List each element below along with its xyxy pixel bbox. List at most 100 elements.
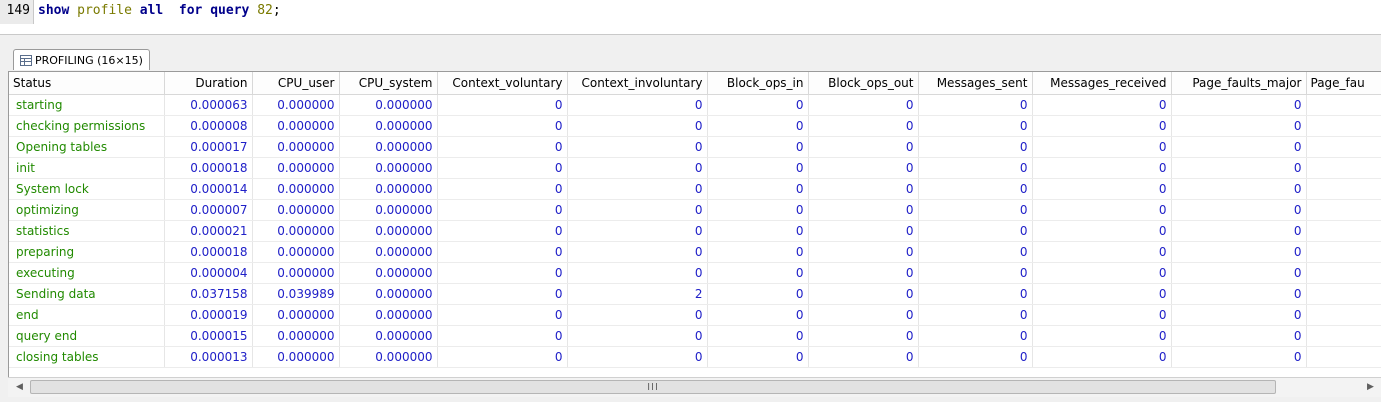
cell-page-faults-minor[interactable] [1306,241,1381,263]
cell-cpu-user[interactable]: 0.000000 [252,220,340,242]
cell-cpu-system[interactable]: 0.000000 [339,241,438,263]
cell-context-involuntary[interactable]: 0 [567,157,708,179]
cell-cpu-system[interactable]: 0.000000 [339,325,438,347]
cell-cpu-system[interactable]: 0.000000 [339,199,438,221]
column-header-block-ops-out[interactable]: Block_ops_out [808,72,919,95]
cell-duration[interactable]: 0.000008 [164,115,253,137]
column-header-context-involuntary[interactable]: Context_involuntary [567,72,708,95]
cell-duration[interactable]: 0.000007 [164,199,253,221]
cell-block-ops-out[interactable]: 0 [808,304,919,326]
cell-page-faults-major[interactable]: 0 [1171,94,1307,116]
cell-status[interactable]: statistics [9,220,165,242]
column-header-status[interactable]: Status [9,72,165,95]
cell-messages-sent[interactable]: 0 [918,157,1033,179]
horizontal-scrollbar[interactable]: ◀ III ▶ [8,377,1381,397]
cell-cpu-user[interactable]: 0.000000 [252,304,340,326]
cell-messages-received[interactable]: 0 [1032,304,1172,326]
cell-page-faults-minor[interactable] [1306,178,1381,200]
table-row[interactable]: executing 0.000004 0.000000 0.000000 0 0 0 0 0 0 0 [9,262,1381,284]
cell-block-ops-in[interactable]: 0 [707,178,809,200]
cell-page-faults-major[interactable]: 0 [1171,115,1307,137]
table-row[interactable]: end 0.000019 0.000000 0.000000 0 0 0 0 0 0 0 [9,304,1381,326]
cell-cpu-user[interactable]: 0.000000 [252,136,340,158]
cell-cpu-system[interactable]: 0.000000 [339,136,438,158]
cell-cpu-user[interactable]: 0.000000 [252,346,340,368]
cell-block-ops-in[interactable]: 0 [707,241,809,263]
column-header-context-voluntary[interactable]: Context_voluntary [437,72,568,95]
table-row[interactable]: Opening tables 0.000017 0.000000 0.000000 0 0… [9,136,1381,158]
cell-cpu-user[interactable]: 0.000000 [252,325,340,347]
cell-messages-received[interactable]: 0 [1032,283,1172,305]
cell-block-ops-in[interactable]: 0 [707,346,809,368]
table-row[interactable]: checking permissions 0.000008 0.000000 0.00… [9,115,1381,137]
cell-cpu-system[interactable]: 0.000000 [339,262,438,284]
cell-page-faults-major[interactable]: 0 [1171,283,1307,305]
cell-duration[interactable]: 0.000015 [164,325,253,347]
cell-page-faults-minor[interactable] [1306,304,1381,326]
cell-status[interactable]: Opening tables [9,136,165,158]
table-row[interactable]: starting 0.000063 0.000000 0.000000 0 0 0 0 0 0 0 [9,94,1381,116]
sql-editor[interactable]: 149 show profile all for query 82; [0,0,1381,35]
cell-messages-received[interactable]: 0 [1032,346,1172,368]
cell-status[interactable]: executing [9,262,165,284]
table-row[interactable]: optimizing 0.000007 0.000000 0.000000 0 0 0 0 0 0… [9,199,1381,221]
cell-block-ops-out[interactable]: 0 [808,262,919,284]
cell-messages-received[interactable]: 0 [1032,220,1172,242]
cell-cpu-user[interactable]: 0.000000 [252,178,340,200]
cell-context-involuntary[interactable]: 0 [567,199,708,221]
cell-messages-sent[interactable]: 0 [918,178,1033,200]
cell-block-ops-in[interactable]: 0 [707,283,809,305]
cell-context-voluntary[interactable]: 0 [437,178,568,200]
column-header-page-fau[interactable]: Page_fau [1306,72,1381,95]
cell-block-ops-in[interactable]: 0 [707,220,809,242]
cell-duration[interactable]: 0.000013 [164,346,253,368]
cell-status[interactable]: checking permissions [9,115,165,137]
cell-page-faults-major[interactable]: 0 [1171,178,1307,200]
cell-cpu-user[interactable]: 0.000000 [252,199,340,221]
scrollbar-thumb[interactable]: III [30,380,1276,394]
cell-duration[interactable]: 0.000014 [164,178,253,200]
cell-context-involuntary[interactable]: 2 [567,283,708,305]
cell-block-ops-in[interactable]: 0 [707,262,809,284]
cell-page-faults-minor[interactable] [1306,94,1381,116]
table-row[interactable]: System lock 0.000014 0.000000 0.000000 0 0 0 0 0… [9,178,1381,200]
tab-profiling[interactable]: PROFILING (16×15) [13,49,150,70]
cell-page-faults-major[interactable]: 0 [1171,199,1307,221]
cell-page-faults-minor[interactable] [1306,262,1381,284]
cell-block-ops-out[interactable]: 0 [808,178,919,200]
cell-messages-received[interactable]: 0 [1032,241,1172,263]
cell-messages-sent[interactable]: 0 [918,262,1033,284]
cell-messages-received[interactable]: 0 [1032,199,1172,221]
cell-page-faults-major[interactable]: 0 [1171,241,1307,263]
cell-context-involuntary[interactable]: 0 [567,220,708,242]
cell-messages-received[interactable]: 0 [1032,115,1172,137]
cell-block-ops-out[interactable]: 0 [808,115,919,137]
cell-messages-sent[interactable]: 0 [918,241,1033,263]
cell-messages-received[interactable]: 0 [1032,94,1172,116]
cell-page-faults-minor[interactable] [1306,346,1381,368]
column-header-messages-received[interactable]: Messages_received [1032,72,1172,95]
cell-block-ops-in[interactable]: 0 [707,304,809,326]
cell-page-faults-minor[interactable] [1306,136,1381,158]
result-grid[interactable]: Status Duration CPU_user CPU_system Context_… [8,71,1381,378]
cell-block-ops-out[interactable]: 0 [808,136,919,158]
cell-context-voluntary[interactable]: 0 [437,325,568,347]
cell-page-faults-minor[interactable] [1306,199,1381,221]
cell-duration[interactable]: 0.000063 [164,94,253,116]
cell-messages-sent[interactable]: 0 [918,325,1033,347]
cell-page-faults-minor[interactable] [1306,115,1381,137]
cell-page-faults-major[interactable]: 0 [1171,220,1307,242]
cell-messages-received[interactable]: 0 [1032,136,1172,158]
table-row[interactable]: closing tables 0.000013 0.000000 0.000000 0 0… [9,346,1381,368]
cell-block-ops-in[interactable]: 0 [707,136,809,158]
cell-context-involuntary[interactable]: 0 [567,325,708,347]
cell-cpu-system[interactable]: 0.000000 [339,346,438,368]
column-header-messages-sent[interactable]: Messages_sent [918,72,1033,95]
cell-block-ops-in[interactable]: 0 [707,94,809,116]
cell-block-ops-out[interactable]: 0 [808,157,919,179]
cell-block-ops-in[interactable]: 0 [707,157,809,179]
cell-messages-sent[interactable]: 0 [918,304,1033,326]
cell-status[interactable]: end [9,304,165,326]
cell-context-voluntary[interactable]: 0 [437,136,568,158]
cell-block-ops-in[interactable]: 0 [707,115,809,137]
